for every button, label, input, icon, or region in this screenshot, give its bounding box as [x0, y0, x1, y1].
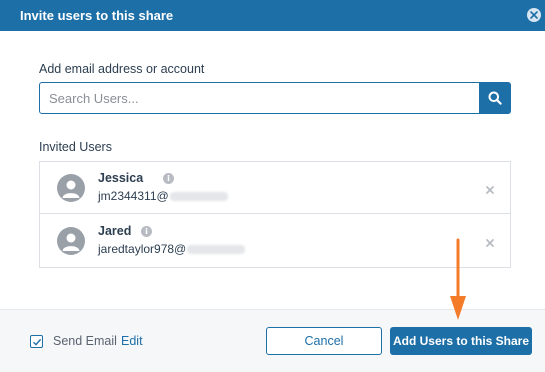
remove-user-icon[interactable]	[485, 182, 495, 194]
invited-users-heading: Invited Users	[39, 140, 112, 154]
user-email: jaredtaylor978@	[98, 242, 246, 256]
user-name: Jared	[98, 224, 132, 238]
invited-users-list: Jessica i jm2344311@ Jared i jaredtaylor…	[39, 161, 511, 268]
close-icon[interactable]	[527, 8, 541, 22]
info-icon[interactable]: i	[163, 173, 174, 184]
redacted-email-domain	[169, 192, 228, 202]
search-users-input[interactable]	[39, 82, 480, 114]
user-name: Jessica	[98, 171, 144, 185]
search-icon	[488, 91, 502, 105]
user-email: jm2344311@	[98, 189, 228, 203]
send-email-label[interactable]: Send Email	[53, 334, 117, 348]
user-avatar-icon	[57, 174, 85, 202]
dialog-titlebar: Invite users to this share	[0, 0, 545, 31]
dialog-title: Invite users to this share	[20, 8, 174, 23]
redacted-email-domain	[187, 245, 246, 255]
info-icon[interactable]: i	[141, 226, 152, 237]
invite-users-dialog: Invite users to this share Add email add…	[0, 0, 545, 372]
user-avatar-icon	[57, 227, 85, 255]
cancel-button[interactable]: Cancel	[266, 327, 382, 355]
add-email-label: Add email address or account	[39, 62, 205, 76]
invited-user-row: Jessica i jm2344311@	[40, 162, 510, 214]
arrow-down-icon	[450, 238, 466, 320]
checkmark-icon	[33, 338, 42, 346]
send-email-checkbox[interactable]	[30, 335, 43, 348]
remove-user-icon[interactable]	[485, 235, 495, 247]
invited-user-row: Jared i jaredtaylor978@	[40, 215, 510, 267]
search-button[interactable]	[479, 82, 511, 114]
edit-email-link[interactable]: Edit	[121, 334, 143, 348]
add-users-button[interactable]: Add Users to this Share	[390, 327, 532, 355]
